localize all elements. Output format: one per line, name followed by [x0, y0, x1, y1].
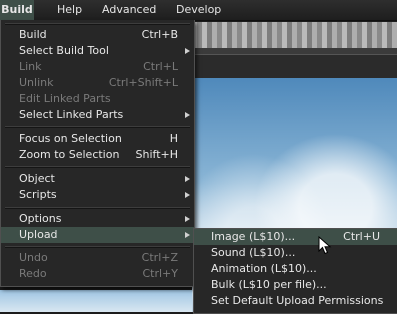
menu-item-shortcut: Ctrl+Z	[141, 251, 178, 264]
menu-item-zoom-to-selection[interactable]: Zoom to Selection Shift+H	[1, 147, 194, 163]
menu-item-shortcut: Shift+H	[135, 148, 179, 161]
menu-item-shortcut: H	[169, 132, 178, 145]
menu-item-label: Sound (L$10)...	[211, 246, 296, 259]
triangle-right-icon	[185, 176, 190, 182]
menu-item-label: Set Default Upload Permissions	[211, 294, 384, 307]
blurred-toolbar	[192, 22, 397, 48]
triangle-right-icon	[185, 112, 190, 118]
menu-item-focus-on-selection[interactable]: Focus on Selection H	[1, 131, 194, 147]
menu-item-label: Build	[19, 28, 47, 41]
menu-item-label: Upload	[19, 228, 58, 241]
menu-item-label: Zoom to Selection	[19, 148, 120, 161]
menu-item-shortcut: Ctrl+U	[343, 230, 380, 243]
menu-item-label: Bulk (L$10 per file)...	[211, 278, 327, 291]
menu-item-select-build-tool[interactable]: Select Build Tool	[1, 43, 194, 59]
menu-item-build[interactable]: Build Ctrl+B	[1, 27, 194, 43]
menu-item-shortcut: Ctrl+L	[143, 60, 178, 73]
triangle-right-icon	[185, 232, 190, 238]
menu-item-label: Select Build Tool	[19, 44, 109, 57]
upload-submenu: Image (L$10)... Ctrl+U Sound (L$10)... A…	[193, 228, 397, 314]
triangle-right-icon	[185, 48, 190, 54]
menu-item-object[interactable]: Object	[1, 171, 194, 187]
menu-bar: Build Help Advanced Develop	[0, 0, 397, 21]
menu-item-unlink[interactable]: Unlink Ctrl+Shift+L	[1, 75, 194, 91]
menu-item-label: Scripts	[19, 188, 57, 201]
menu-item-link[interactable]: Link Ctrl+L	[1, 59, 194, 75]
menu-item-label: Unlink	[19, 76, 54, 89]
menu-build[interactable]: Build	[0, 0, 34, 20]
menu-item-undo[interactable]: Undo Ctrl+Z	[1, 250, 194, 266]
menu-item-label: Link	[19, 60, 42, 73]
menu-develop[interactable]: Develop	[169, 0, 228, 20]
menu-separator	[5, 246, 190, 248]
menu-item-label: Focus on Selection	[19, 132, 122, 145]
submenu-item-animation[interactable]: Animation (L$10)...	[194, 261, 397, 277]
viewer-panel-strip	[192, 54, 397, 79]
menu-separator	[5, 126, 190, 128]
menu-item-shortcut: Ctrl+Shift+L	[108, 76, 178, 89]
menu-item-shortcut: Ctrl+B	[141, 28, 178, 41]
menu-item-label: Animation (L$10)...	[211, 262, 317, 275]
menu-item-upload[interactable]: Upload	[1, 227, 194, 243]
mouse-pointer-icon	[318, 236, 332, 255]
world-viewport-left[interactable]	[0, 290, 192, 312]
build-menu: Build Ctrl+B Select Build Tool Link Ctrl…	[0, 20, 195, 287]
triangle-right-icon	[185, 216, 190, 222]
menu-separator	[5, 23, 190, 25]
menu-item-label: Redo	[19, 267, 47, 280]
menu-item-scripts[interactable]: Scripts	[1, 187, 194, 203]
menu-item-select-linked-parts[interactable]: Select Linked Parts	[1, 107, 194, 123]
menu-item-label: Edit Linked Parts	[19, 92, 111, 105]
menu-item-label: Undo	[19, 251, 48, 264]
menu-item-redo[interactable]: Redo Ctrl+Y	[1, 266, 194, 282]
submenu-item-set-default-upload-permissions[interactable]: Set Default Upload Permissions	[194, 293, 397, 309]
submenu-item-bulk[interactable]: Bulk (L$10 per file)...	[194, 277, 397, 293]
menu-separator	[5, 207, 190, 209]
menu-item-label: Options	[19, 212, 62, 225]
submenu-item-image[interactable]: Image (L$10)... Ctrl+U	[194, 229, 397, 245]
triangle-right-icon	[185, 192, 190, 198]
menu-item-label: Object	[19, 172, 55, 185]
submenu-item-sound[interactable]: Sound (L$10)...	[194, 245, 397, 261]
menu-item-options[interactable]: Options	[1, 211, 194, 227]
menu-item-label: Select Linked Parts	[19, 108, 124, 121]
menu-advanced[interactable]: Advanced	[95, 0, 163, 20]
menu-item-label: Image (L$10)...	[211, 230, 296, 243]
menu-item-shortcut: Ctrl+Y	[142, 267, 178, 280]
menu-help[interactable]: Help	[50, 0, 89, 20]
menu-item-edit-linked-parts[interactable]: Edit Linked Parts	[1, 91, 194, 107]
menu-separator	[5, 166, 190, 168]
